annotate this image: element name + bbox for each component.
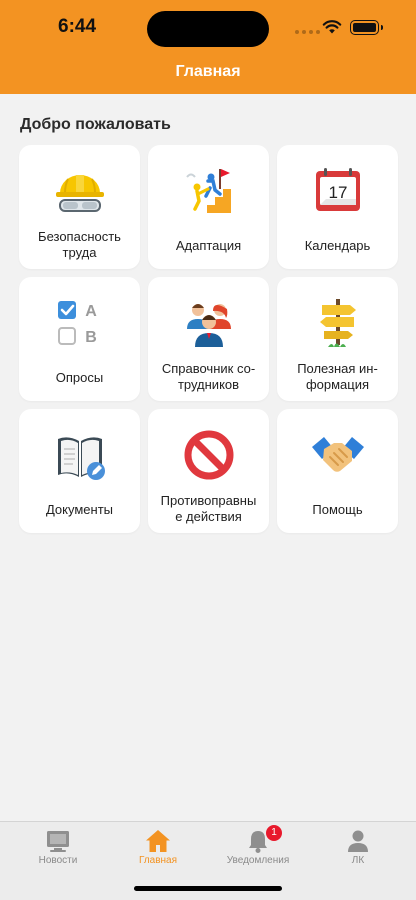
- cellular-signal-icon: [295, 30, 320, 34]
- home-icon: [146, 830, 170, 852]
- tab-notifications[interactable]: 1 Уведомления: [206, 822, 310, 872]
- tile-calendar[interactable]: 17 Календарь: [277, 145, 398, 269]
- tile-label: Безопасность труда: [38, 229, 121, 260]
- tile-employee-directory[interactable]: Справочник со- трудников: [148, 277, 269, 401]
- calendar-day: 17: [328, 183, 347, 202]
- handshake-icon: [311, 437, 364, 472]
- profile-icon: [348, 830, 368, 852]
- option-a-label: A: [85, 303, 97, 320]
- menu-grid: Безопасность труда Адаптация 17 Календар…: [19, 145, 398, 533]
- tile-help[interactable]: Помощь: [277, 409, 398, 533]
- hard-hat-goggles-icon: [55, 175, 104, 212]
- tile-labor-safety[interactable]: Безопасность труда: [19, 145, 140, 269]
- tile-label: Адаптация: [175, 238, 242, 253]
- tile-adaptation[interactable]: Адаптация: [148, 145, 269, 269]
- wifi-icon: [322, 20, 342, 34]
- notification-badge: 1: [266, 825, 282, 841]
- tile-label: Справочник со- трудников: [161, 361, 256, 392]
- page-title: Главная: [175, 63, 241, 80]
- status-time: 6:44: [58, 16, 97, 37]
- tile-surveys[interactable]: A B Опросы: [19, 277, 140, 401]
- tile-useful-info[interactable]: Полезная ин- формация: [277, 277, 398, 401]
- tile-documents[interactable]: Документы: [19, 409, 140, 533]
- tab-label: Главная: [138, 855, 178, 866]
- tile-label: Помощь: [312, 502, 363, 517]
- survey-checkbox-icon: A B: [57, 301, 97, 346]
- tab-home[interactable]: Главная: [106, 822, 210, 872]
- prohibited-icon: [184, 430, 233, 480]
- status-bar: 6:44: [0, 0, 416, 54]
- tab-label: Уведомления: [226, 855, 290, 866]
- tab-label: Новости: [38, 855, 78, 866]
- tile-label: Полезная ин- формация: [297, 361, 378, 392]
- tile-unlawful-actions[interactable]: Противоправны е действия: [148, 409, 269, 533]
- document-edit-icon: [57, 437, 105, 480]
- tile-label: Опросы: [55, 370, 104, 385]
- option-b-label: B: [85, 329, 97, 346]
- dynamic-island: [147, 11, 269, 47]
- climbing-steps-icon: [185, 169, 231, 213]
- battery-icon: [350, 20, 379, 35]
- news-icon: [47, 831, 69, 852]
- calendar-icon: 17: [315, 168, 360, 211]
- tab-label: ЛК: [351, 855, 365, 866]
- tab-profile[interactable]: ЛК: [306, 822, 410, 872]
- employees-icon: [186, 304, 231, 347]
- home-indicator: [134, 886, 282, 891]
- tile-label: Противоправны е действия: [160, 493, 257, 524]
- tab-news[interactable]: Новости: [6, 822, 110, 872]
- welcome-heading: Добро пожаловать: [20, 116, 171, 133]
- app-header: 6:44 Главная: [0, 0, 416, 94]
- battery-tip: [381, 25, 383, 30]
- signpost-icon: [319, 299, 356, 347]
- tile-label: Документы: [45, 502, 113, 517]
- tile-label: Календарь: [304, 238, 371, 253]
